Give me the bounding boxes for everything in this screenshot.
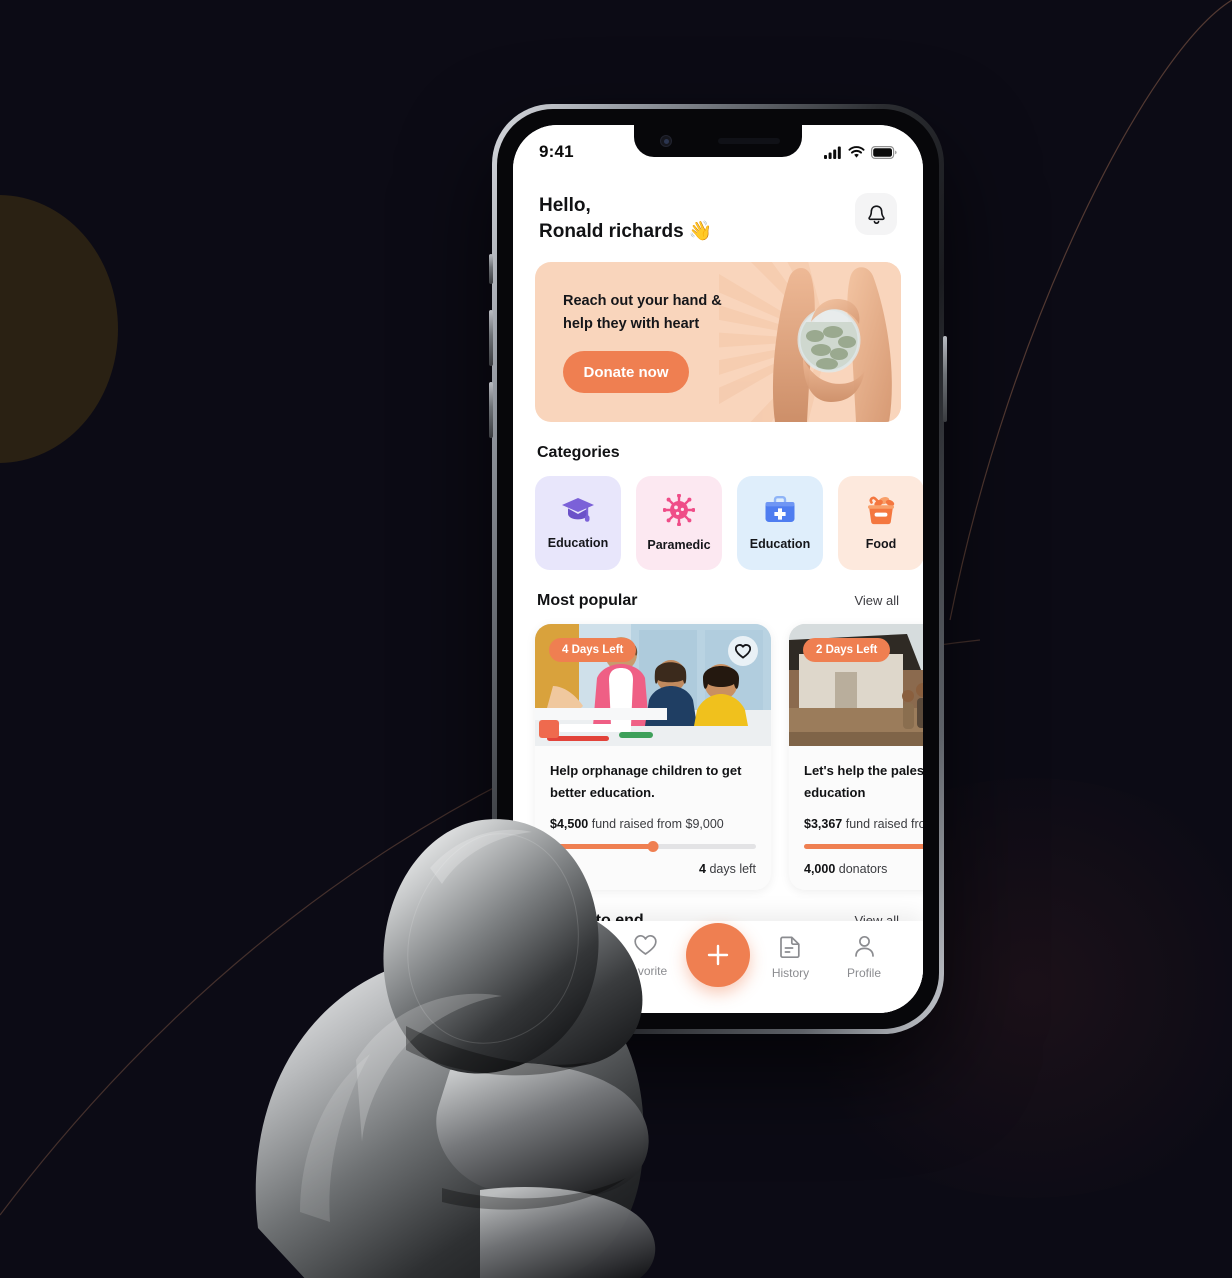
notification-button[interactable]	[855, 193, 897, 235]
days-left-badge: 4 Days Left	[549, 638, 637, 663]
campaign-raised-amount: $4,500	[550, 817, 589, 832]
campaign-footer: 4 days left	[550, 862, 756, 876]
category-item-education-2[interactable]: Education	[737, 476, 823, 571]
category-label: Food	[865, 537, 897, 552]
earpiece-speaker	[718, 138, 780, 144]
campaign-body: Help orphanage children to get better ed…	[535, 746, 771, 890]
donate-banner[interactable]: Reach out your hand & help they with hea…	[535, 262, 901, 423]
wifi-icon	[848, 145, 865, 158]
campaign-card[interactable]: 4 Days Left Help orphanage children to g…	[535, 624, 771, 891]
campaign-title: Help orphanage children to get better ed…	[550, 763, 742, 800]
campaign-footer-label: donators	[838, 862, 888, 877]
add-campaign-button[interactable]	[686, 923, 750, 987]
greeting-hello: Hello,	[539, 195, 591, 216]
volume-up-button[interactable]	[489, 310, 493, 366]
most-popular-title: Most popular	[537, 592, 638, 610]
campaign-raised-text: fund raised from	[845, 817, 923, 832]
category-label: Paramedic	[647, 538, 711, 553]
signal-bars-icon	[824, 146, 841, 159]
banner-title-line1: Reach out your hand &	[563, 293, 722, 310]
nav-label: Profile	[846, 966, 881, 980]
category-item-paramedic[interactable]: Paramedic	[636, 476, 722, 571]
heart-icon	[735, 643, 751, 659]
food-basket-icon	[868, 496, 895, 525]
medical-kit-icon	[765, 496, 795, 523]
phone-bezel: 9:41 Hello, Ronald richards 👋 Reach out …	[497, 109, 939, 1029]
campaign-footer-value: 4	[699, 862, 706, 877]
greeting-block: Hello, Ronald richards 👋	[539, 193, 713, 244]
category-label: Education	[749, 537, 811, 552]
campaign-funding: $3,367 fund raised from $10,000	[804, 817, 923, 831]
scene: 9:41 Hello, Ronald richards 👋 Reach out …	[0, 0, 1232, 1278]
campaign-image: 4 Days Left	[535, 624, 771, 747]
app-header: Hello, Ronald richards 👋	[513, 171, 923, 244]
status-icons	[824, 145, 897, 159]
categories-title: Categories	[537, 444, 620, 462]
greeting-username: Ronald richards 👋	[539, 220, 713, 242]
phone-mockup: 9:41 Hello, Ronald richards 👋 Reach out …	[489, 104, 947, 1034]
days-left-badge: 2 Days Left	[803, 638, 891, 663]
campaign-progress-fill	[550, 844, 653, 850]
heart-outline-icon	[634, 935, 657, 955]
power-button[interactable]	[943, 336, 947, 422]
silent-switch[interactable]	[489, 254, 493, 284]
phone-frame: 9:41 Hello, Ronald richards 👋 Reach out …	[489, 104, 947, 1034]
nav-item-favorite[interactable]: Favorite	[613, 935, 679, 978]
decorative-circle	[0, 195, 118, 463]
notch	[634, 125, 802, 157]
plus-icon	[707, 944, 729, 966]
campaign-raised-text: fund raised from	[591, 817, 683, 832]
nav-item-profile[interactable]: Profile	[831, 935, 897, 980]
bell-icon	[867, 204, 885, 224]
document-icon	[780, 936, 800, 958]
most-popular-view-all[interactable]: View all	[854, 593, 899, 608]
person-icon	[854, 935, 874, 957]
category-label: Education	[547, 536, 609, 551]
campaign-raised-amount: $3,367	[804, 817, 843, 832]
campaign-image: 2 Days Left	[789, 624, 923, 747]
most-popular-section-head: Most popular View all	[513, 592, 923, 610]
nav-item-history[interactable]: History	[758, 935, 824, 980]
graduation-cap-icon	[562, 498, 594, 523]
campaign-footer-value: 4,000	[804, 862, 836, 877]
campaign-progress-bar	[550, 841, 756, 853]
campaign-body: Let's help the palestinian education $3,…	[789, 746, 923, 890]
nav-label: History	[771, 966, 810, 980]
banner-text-block: Reach out your hand & help they with hea…	[535, 262, 771, 422]
nav-label: Home	[555, 965, 589, 979]
donate-now-button[interactable]: Donate now	[563, 351, 689, 394]
campaign-progress-fill	[804, 844, 923, 850]
status-time: 9:41	[539, 142, 574, 161]
bottom-navigation: Home Favorite History Profile	[513, 921, 923, 1013]
home-icon	[562, 936, 582, 956]
category-item-education-1[interactable]: Education	[535, 476, 621, 571]
nav-label: Favorite	[623, 964, 668, 978]
banner-title-line2: help they with heart	[563, 315, 700, 332]
campaign-card[interactable]: 2 Days Left Let's help the palestinian e…	[789, 624, 923, 891]
battery-icon	[871, 145, 897, 159]
campaign-funding: $4,500 fund raised from $9,000	[550, 817, 756, 831]
category-item-food[interactable]: Food	[838, 476, 923, 571]
campaign-title: Let's help the palestinian education	[804, 763, 923, 800]
campaign-goal-amount: $9,000	[685, 817, 724, 832]
front-camera-icon	[660, 135, 672, 147]
virus-icon	[663, 494, 695, 527]
campaign-progress-knob	[647, 841, 659, 853]
campaign-footer-label: days left	[709, 862, 756, 877]
volume-down-button[interactable]	[489, 382, 493, 438]
categories-list: Education Paramedic Education Food	[513, 476, 923, 571]
campaign-progress-bar	[804, 844, 923, 850]
nav-item-home[interactable]: Home	[539, 935, 605, 979]
campaign-footer: 4,000 donators	[804, 862, 923, 876]
app-screen: 9:41 Hello, Ronald richards 👋 Reach out …	[513, 125, 923, 1013]
most-popular-cards: 4 Days Left Help orphanage children to g…	[513, 624, 923, 891]
categories-section-head: Categories	[513, 444, 923, 462]
phone-screen: 9:41 Hello, Ronald richards 👋 Reach out …	[513, 125, 923, 1013]
